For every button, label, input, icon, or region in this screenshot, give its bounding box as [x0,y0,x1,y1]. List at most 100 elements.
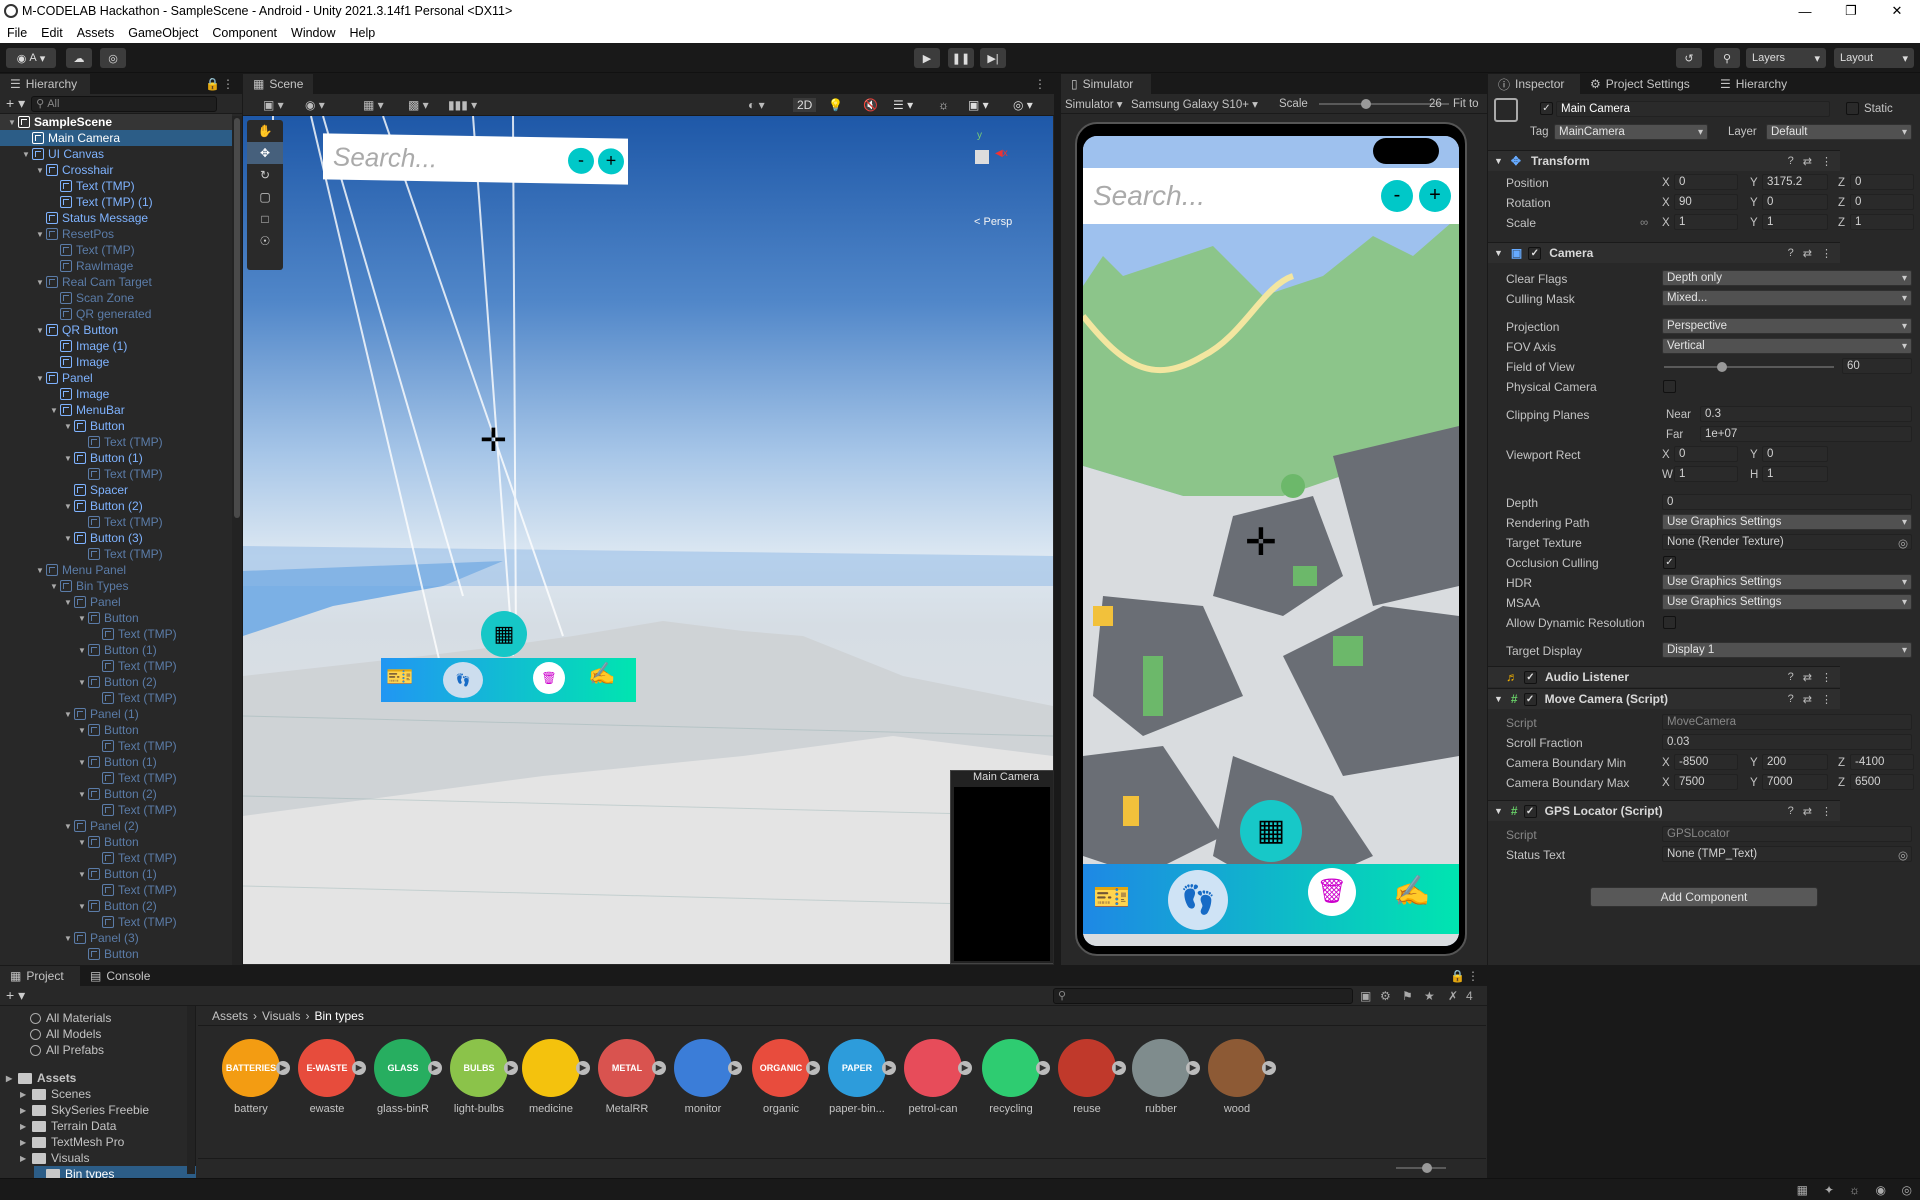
device-screen[interactable]: Search... - + ✛ ▦ 🎫 👣 🗑 ✍ [1083,136,1459,946]
rect-tool-icon[interactable]: □ [247,208,283,230]
hierarchy-item[interactable]: ▼ Button (1) [0,450,232,466]
project-folder[interactable]: ▶ Scenes [20,1086,196,1102]
preset-icon[interactable]: ⇄ [1803,671,1812,684]
preset-icon[interactable]: ⇄ [1803,693,1812,706]
hierarchy-item[interactable]: ▼ Panel (1) [0,706,232,722]
step-button[interactable]: ▶| [980,48,1006,68]
maximize-icon[interactable]: ❐ [1828,0,1874,22]
project-folder[interactable]: ▶ SkySeries Freebie [20,1102,196,1118]
zoom-out-button[interactable]: - [568,147,594,175]
clear-flags-dropdown[interactable]: Depth only [1662,270,1912,286]
hierarchy-item[interactable]: ▼ Panel [0,594,232,610]
foldout-arrow-icon[interactable]: ▼ [62,534,74,543]
asset-item[interactable]: ORGANIC ▶ organic [746,1039,820,1115]
foldout-arrow-icon[interactable]: ▼ [76,838,88,847]
hierarchy-item[interactable]: Text (TMP) [0,770,232,786]
hierarchy-item[interactable]: ▼ SampleScene [0,114,232,130]
search-by-type-icon[interactable]: ▣ [1360,989,1371,1003]
menu-gameobject[interactable]: GameObject [121,26,205,40]
hierarchy-item[interactable]: ▼ Panel (3) [0,930,232,946]
pause-button[interactable]: ❚❚ [948,48,974,68]
hierarchy-item[interactable]: Button [0,946,232,962]
scroll-fraction-field[interactable]: 0.03 [1662,734,1912,750]
culling-mask-dropdown[interactable]: Mixed... [1662,290,1912,306]
tab-simulator[interactable]: ▯ Simulator [1061,74,1151,94]
progress-icon[interactable]: ▦ [1797,1183,1808,1197]
expand-icon[interactable]: ▶ [276,1061,290,1075]
help-icon[interactable]: ? [1788,805,1794,818]
sim-zoom-out-button[interactable]: - [1381,180,1413,212]
preset-icon[interactable]: ⇄ [1803,805,1812,818]
hidden-packages-icon[interactable]: ✗ [1448,989,1458,1003]
foldout-arrow-icon[interactable]: ▼ [34,566,46,575]
hierarchy-item[interactable]: Status Message [0,210,232,226]
object-name-field[interactable]: Main Camera [1556,101,1830,117]
hierarchy-item[interactable]: Image [0,354,232,370]
help-icon[interactable]: ? [1788,155,1794,168]
asset-item[interactable]: ▶ monitor [668,1039,742,1115]
expand-icon[interactable]: ▶ [958,1061,972,1075]
orientation-gizmo[interactable]: ◀x y [953,130,1023,196]
hierarchy-item[interactable]: Text (TMP) [0,802,232,818]
dynamic-resolution-checkbox[interactable] [1663,616,1676,629]
toggle-2d-button[interactable]: 2D [793,97,817,112]
hierarchy-item[interactable]: ▼ ResetPos [0,226,232,242]
hierarchy-item[interactable]: ▼ Panel (2) [0,818,232,834]
hierarchy-item[interactable]: Text (TMP) (1) [0,194,232,210]
sim-footprint-button[interactable]: 👣 [1168,870,1228,930]
preset-icon[interactable]: ⇄ [1803,155,1812,168]
transform-header[interactable]: ▼ ✥ Transform ? ⇄ ⋮ [1488,150,1840,171]
tag-icon[interactable]: ⚑ [1402,989,1413,1003]
projection-dropdown[interactable]: Perspective [1662,318,1912,334]
gizmos-icon[interactable]: ◎ ▾ [1013,98,1033,112]
expand-icon[interactable]: ▶ [1036,1061,1050,1075]
near-field[interactable]: 0.3 [1700,406,1912,422]
effects-icon[interactable]: ☰ ▾ [893,98,913,112]
hierarchy-item[interactable]: ▼ MenuBar [0,402,232,418]
scene-viewport[interactable]: ✋ ✥ ↻ ▢ □ ☉ Search... - + ✛ ▦ 🎫 👣 🗑 ✍ ◀x… [243,116,1053,964]
foldout-arrow-icon[interactable]: ▼ [34,278,46,287]
tab-hierarchy-2[interactable]: ☰ Hierarchy [1710,74,1810,94]
foldout-arrow-icon[interactable]: ▼ [62,598,74,607]
create-asset-button[interactable]: + ▾ [6,987,25,1004]
cache-icon[interactable]: ◉ [1876,1183,1886,1197]
fov-field[interactable]: 60 [1842,358,1912,374]
scale-tool-icon[interactable]: ▢ [247,186,283,208]
debug-icon[interactable]: ✦ [1824,1183,1834,1197]
foldout-arrow-icon[interactable]: ▼ [20,150,32,159]
sim-zoom-in-button[interactable]: + [1419,180,1451,212]
hierarchy-item[interactable]: Text (TMP) [0,914,232,930]
hierarchy-item[interactable]: ▼ Panel [0,370,232,386]
target-display-dropdown[interactable]: Display 1 [1662,642,1912,658]
asset-item[interactable]: ▶ medicine [516,1039,590,1115]
hierarchy-item[interactable]: Text (TMP) [0,434,232,450]
hierarchy-search-input[interactable]: ⚲ All [31,95,218,112]
layout-dropdown[interactable]: Layout ▾ [1834,48,1914,68]
asset-item[interactable]: PAPER ▶ paper-bin... [822,1039,896,1115]
increment-snap-icon[interactable]: ▩ ▾ [408,98,429,112]
expand-icon[interactable]: ▶ [428,1061,442,1075]
foldout-arrow-icon[interactable]: ▼ [48,406,60,415]
foldout-arrow-icon[interactable]: ▼ [62,422,74,431]
lock-icon[interactable]: 🔒 [205,77,220,91]
object-picker-icon[interactable]: ◎ [1898,848,1908,862]
draw-mode-icon[interactable]: ▣ ▾ [263,98,284,112]
scale-y[interactable]: 1 [1762,214,1828,230]
scale-x[interactable]: 1 [1674,214,1738,230]
expand-icon[interactable]: ▶ [806,1061,820,1075]
expand-icon[interactable]: ▶ [352,1061,366,1075]
hierarchy-item[interactable]: Text (TMP) [0,178,232,194]
foldout-arrow-icon[interactable]: ▼ [76,646,88,655]
hierarchy-item[interactable]: Main Camera [0,130,232,146]
hierarchy-item[interactable]: ▼ Button (2) [0,786,232,802]
occlusion-checkbox[interactable]: ✓ [1663,556,1676,569]
scale-z[interactable]: 1 [1850,214,1914,230]
hierarchy-item[interactable]: Text (TMP) [0,850,232,866]
hierarchy-item[interactable]: ▼ Button [0,834,232,850]
hierarchy-item[interactable]: Text (TMP) [0,242,232,258]
hierarchy-item[interactable]: Image (1) [0,338,232,354]
hierarchy-item[interactable]: QR generated [0,306,232,322]
breadcrumb-visuals[interactable]: Visuals [262,1009,300,1023]
kebab-menu-icon[interactable]: ⋮ [222,77,234,91]
align-icon[interactable]: ▮▮▮ ▾ [448,98,477,112]
